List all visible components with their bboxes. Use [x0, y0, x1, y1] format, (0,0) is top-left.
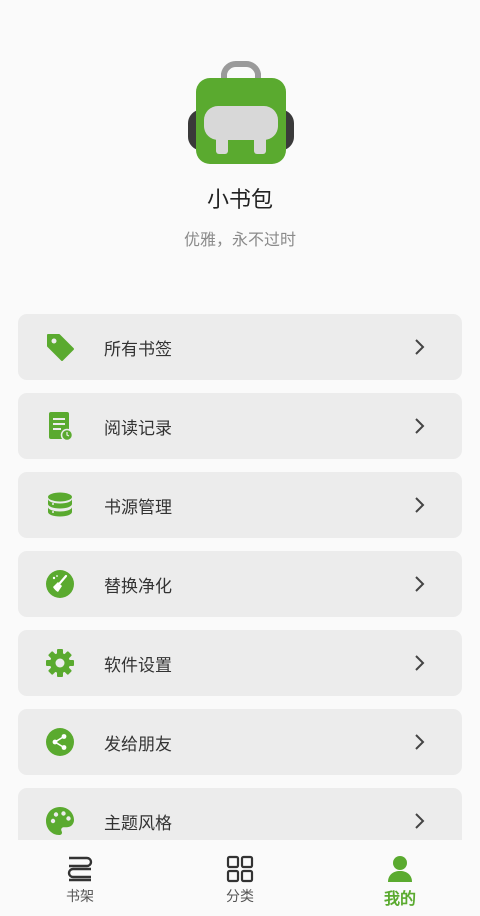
- tab-label: 书架: [66, 889, 94, 905]
- tab-bookshelf[interactable]: 书架: [0, 841, 160, 916]
- chevron-right-icon: [415, 576, 425, 592]
- reading-record-icon: [44, 410, 76, 442]
- menu-item-label: 所有书签: [104, 339, 172, 360]
- menu-item-label: 书源管理: [104, 497, 172, 518]
- app-name: 小书包: [206, 188, 273, 213]
- chevron-right-icon: [415, 655, 425, 671]
- grid-icon: [226, 855, 254, 883]
- menu-item-share-friends[interactable]: 发给朋友: [18, 709, 462, 775]
- app-slogan: 优雅，永不过时: [183, 230, 296, 249]
- menu-item-label: 主题风格: [104, 813, 172, 834]
- menu-item-book-sources[interactable]: 书源管理: [18, 472, 462, 538]
- profile-header: 小书包 优雅，永不过时: [0, 0, 480, 300]
- tab-mine[interactable]: 我的: [320, 841, 480, 916]
- tab-label: 我的: [383, 889, 416, 908]
- menu-item-label: 软件设置: [104, 655, 172, 676]
- share-icon: [44, 726, 76, 758]
- tab-label: 分类: [226, 889, 254, 905]
- person-icon: [388, 856, 412, 882]
- broom-icon: [44, 568, 76, 600]
- chevron-right-icon: [415, 339, 425, 355]
- tab-category[interactable]: 分类: [160, 841, 320, 916]
- menu-item-app-settings[interactable]: 软件设置: [18, 630, 462, 696]
- menu-item-label: 替换净化: [104, 576, 172, 597]
- menu-item-theme-style[interactable]: 主题风格: [18, 788, 462, 840]
- chevron-right-icon: [415, 734, 425, 750]
- chevron-right-icon: [415, 418, 425, 434]
- backpack-logo-icon: [187, 61, 295, 164]
- palette-icon: [44, 805, 76, 837]
- bottom-tab-bar: 书架 分类 我的: [0, 841, 480, 916]
- database-icon: [44, 489, 76, 521]
- menu-item-bookmarks[interactable]: 所有书签: [18, 314, 462, 380]
- menu-item-reading-history[interactable]: 阅读记录: [18, 393, 462, 459]
- bookshelf-icon: [67, 856, 93, 882]
- menu-item-label: 阅读记录: [104, 418, 172, 439]
- settings-menu: 所有书签 阅读记录 书源管理 替换净化 软件设置 发给朋友 主题风格: [18, 314, 462, 840]
- tag-icon: [44, 331, 76, 363]
- menu-item-replace-purify[interactable]: 替换净化: [18, 551, 462, 617]
- gear-icon: [44, 647, 76, 679]
- menu-item-label: 发给朋友: [104, 734, 172, 755]
- chevron-right-icon: [415, 497, 425, 513]
- chevron-right-icon: [415, 813, 425, 829]
